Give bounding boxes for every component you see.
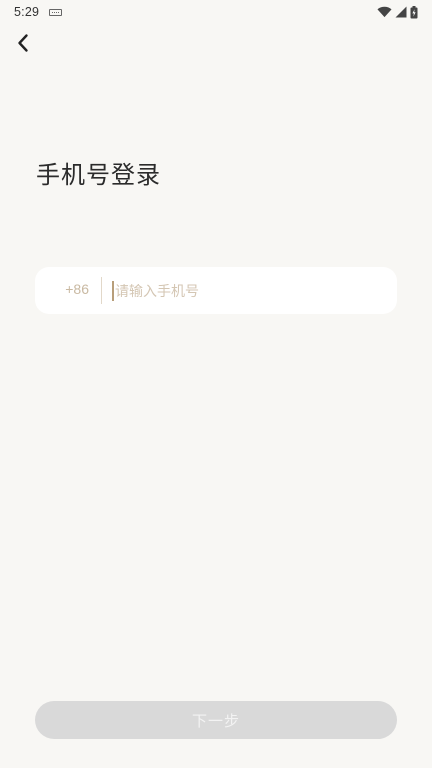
back-button[interactable] bbox=[10, 30, 36, 56]
status-bar: 5:29 bbox=[0, 0, 432, 24]
signal-icon bbox=[395, 6, 407, 18]
status-time: 5:29 bbox=[14, 5, 40, 19]
login-screen: 5:29 手机号登录 +86 下一步 bbox=[0, 0, 432, 768]
next-button[interactable]: 下一步 bbox=[35, 701, 397, 739]
battery-icon bbox=[410, 5, 418, 18]
country-code[interactable]: +86 bbox=[35, 281, 89, 297]
phone-number-input[interactable] bbox=[115, 283, 365, 300]
page-title: 手机号登录 bbox=[36, 161, 161, 189]
phone-input-card: +86 bbox=[35, 267, 397, 314]
keyboard-icon bbox=[49, 8, 63, 16]
text-caret bbox=[112, 280, 114, 301]
divider bbox=[101, 277, 102, 304]
wifi-icon bbox=[377, 6, 392, 18]
status-icons bbox=[377, 5, 418, 19]
chevron-left-icon bbox=[18, 34, 28, 52]
